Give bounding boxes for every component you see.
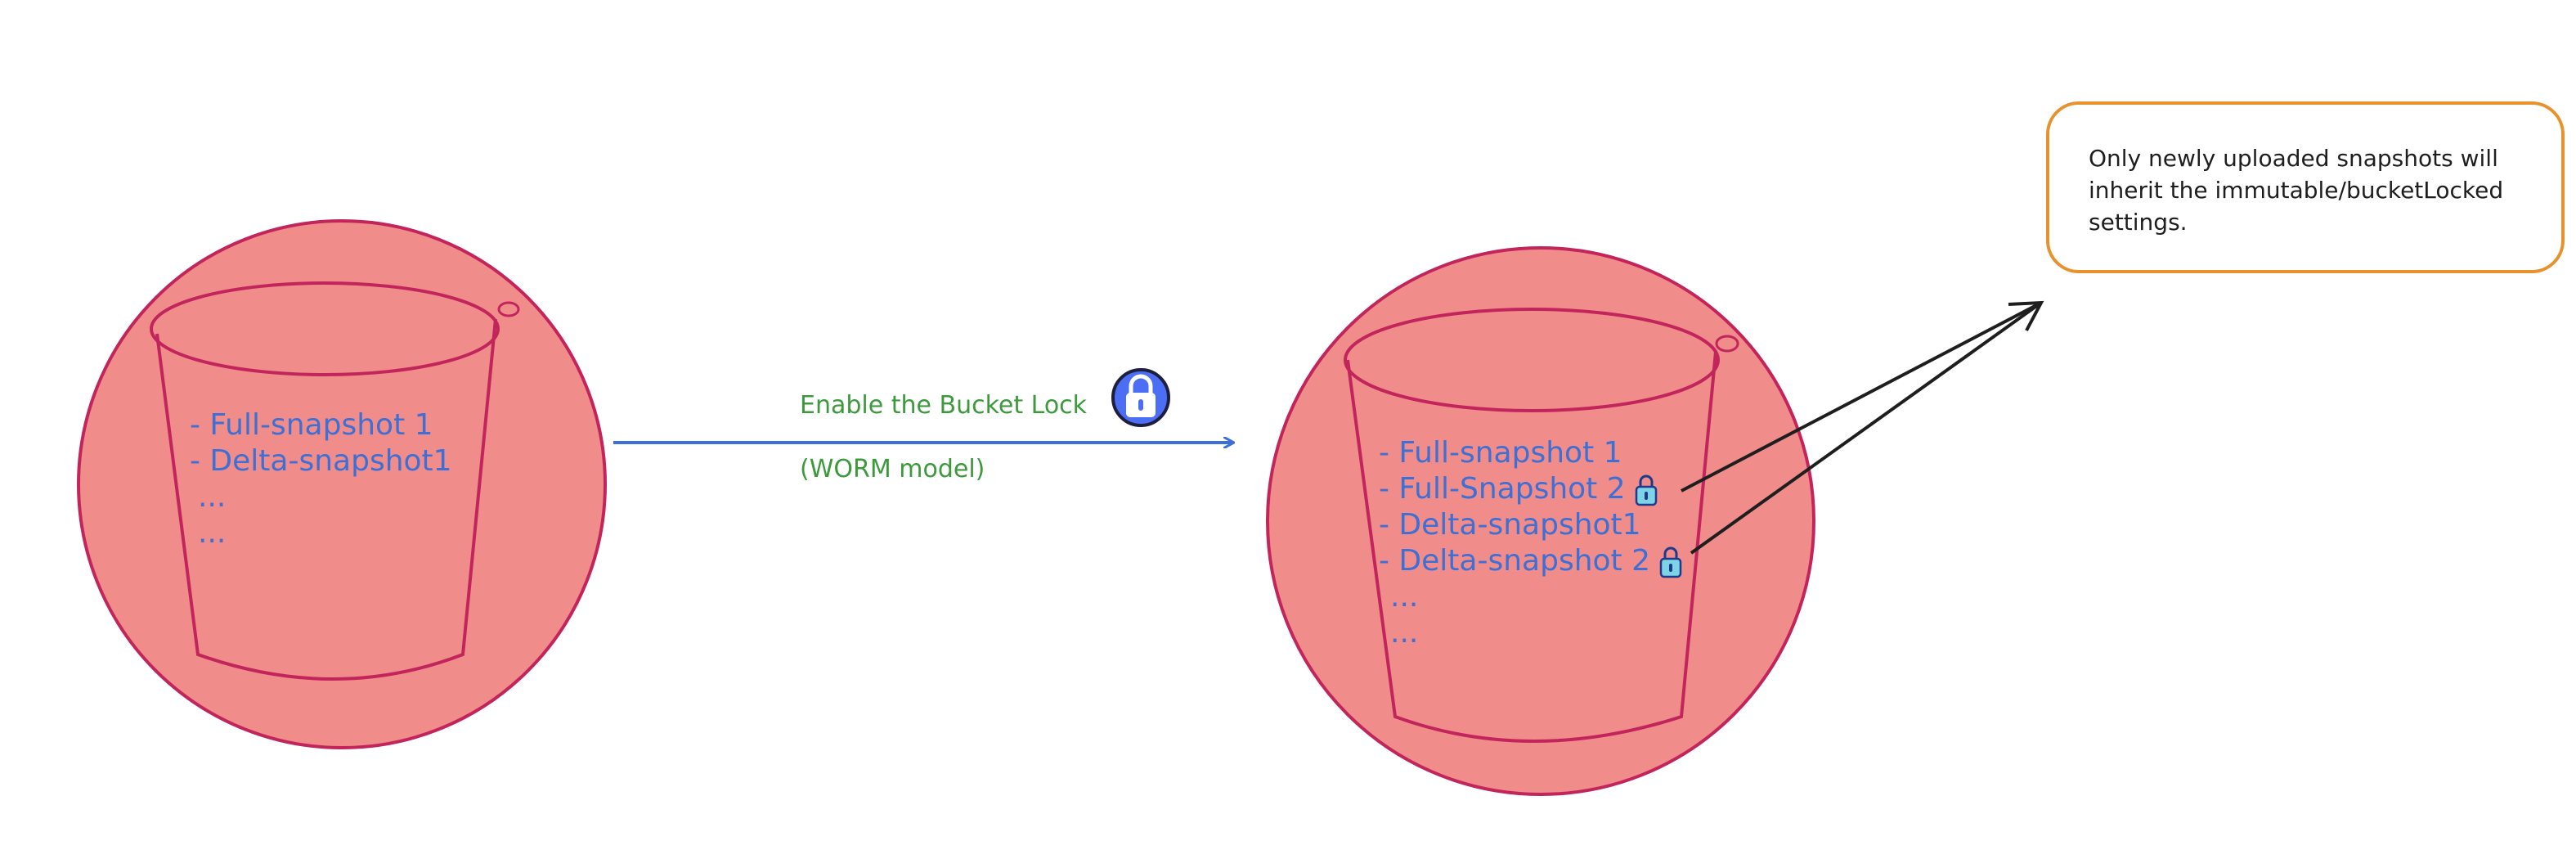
lock-icon: [1635, 474, 1657, 506]
note-line: inherit the immutable/bucketLocked: [2089, 177, 2504, 204]
source-bucket-items: - Full-snapshot 1 - Delta-snapshot1 ... …: [190, 407, 452, 551]
target-item: ...: [1390, 616, 1419, 650]
note-box: Only newly uploaded snapshots will inher…: [2046, 101, 2565, 273]
target-bucket-items: - Full-snapshot 1 - Full-Snapshot 2 - De…: [1379, 435, 1683, 651]
source-item: ...: [198, 516, 227, 550]
source-item: - Delta-snapshot1: [190, 444, 452, 478]
target-item: ...: [1390, 580, 1419, 614]
note-line: settings.: [2089, 209, 2188, 236]
source-item: ...: [198, 480, 227, 514]
lock-icon: [1111, 368, 1170, 427]
source-item: - Full-snapshot 1: [190, 408, 433, 442]
transition-sublabel: (WORM model): [800, 455, 985, 483]
note-line: Only newly uploaded snapshots will: [2089, 145, 2498, 172]
transition-label: Enable the Bucket Lock: [800, 391, 1088, 420]
target-item: - Full-snapshot 1: [1379, 436, 1622, 470]
lock-icon: [1659, 546, 1682, 578]
target-item: - Delta-snapshot1: [1379, 508, 1641, 542]
target-item: - Delta-snapshot 2: [1379, 543, 1683, 579]
target-item: - Full-Snapshot 2: [1379, 471, 1683, 507]
